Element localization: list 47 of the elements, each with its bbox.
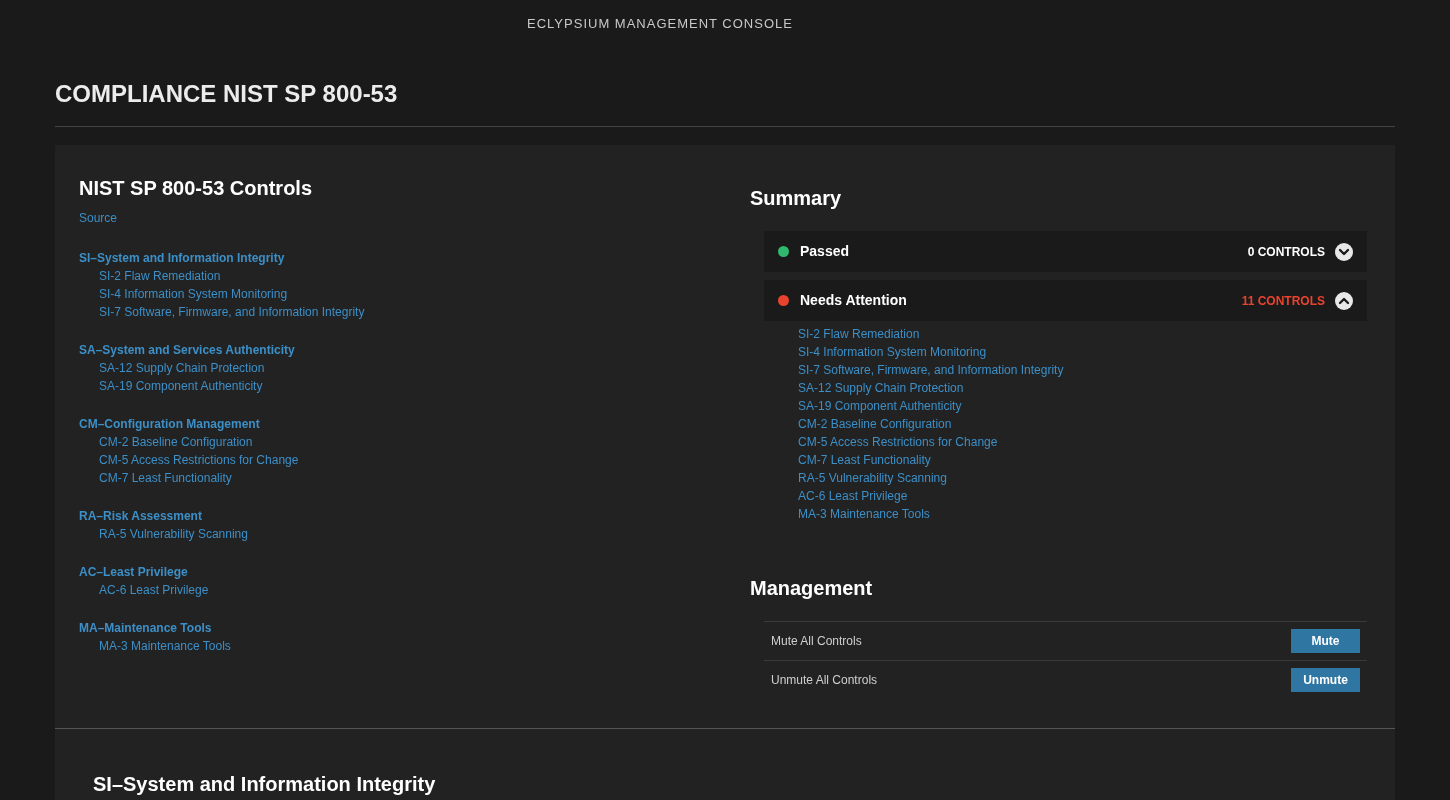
management-button[interactable]: Unmute [1291, 668, 1360, 692]
status-row[interactable]: Passed 0 CONTROLS [764, 231, 1367, 272]
control-link[interactable]: SA-19 Component Authenticity [99, 377, 263, 395]
control-link[interactable]: SI-7 Software, Firmware, and Information Integrity [99, 303, 365, 321]
status-row[interactable]: Needs Attention 11 CONTROLS [764, 280, 1367, 321]
control-link[interactable]: MA-3 Maintenance Tools [798, 505, 930, 523]
status-label: Needs Attention [800, 291, 907, 310]
control-link[interactable]: CM-2 Baseline Configuration [798, 415, 952, 433]
control-link[interactable]: AC-6 Least Privilege [798, 487, 908, 505]
control-link[interactable]: RA-5 Vulnerability Scanning [798, 469, 947, 487]
control-link[interactable]: CM-7 Least Functionality [798, 451, 931, 469]
status-count: 0 CONTROLS [1247, 243, 1325, 261]
control-group-link[interactable]: SA–System and Services Authenticity [79, 341, 295, 359]
management-button[interactable]: Mute [1291, 629, 1360, 653]
control-group-link[interactable]: CM–Configuration Management [79, 415, 260, 433]
control-group-link[interactable]: SI–System and Information Integrity [79, 249, 285, 267]
control-link[interactable]: AC-6 Least Privilege [99, 581, 209, 599]
app-title: ECLYPSIUM MANAGEMENT CONSOLE [527, 15, 793, 33]
control-link[interactable]: CM-2 Baseline Configuration [99, 433, 253, 451]
control-link[interactable]: SA-12 Supply Chain Protection [99, 359, 265, 377]
status-label: Passed [800, 242, 850, 261]
control-link[interactable]: CM-7 Least Functionality [99, 469, 232, 487]
control-link[interactable]: CM-5 Access Restrictions for Change [99, 451, 299, 469]
control-link[interactable]: RA-5 Vulnerability Scanning [99, 525, 248, 543]
chevron-up-icon[interactable] [1335, 291, 1353, 310]
control-link[interactable]: SI-2 Flaw Remediation [99, 267, 221, 285]
chevron-down-icon[interactable] [1335, 242, 1353, 261]
control-link[interactable]: SI-4 Information System Monitoring [99, 285, 288, 303]
management-title: Management [750, 576, 874, 601]
summary-title: Summary [750, 186, 843, 211]
control-link[interactable]: SI-2 Flaw Remediation [798, 325, 920, 343]
section-heading: SI–System and Information Integrity [93, 772, 437, 797]
control-link[interactable]: CM-5 Access Restrictions for Change [798, 433, 998, 451]
source-link[interactable]: Source [79, 209, 118, 227]
page-title: COMPLIANCE NIST SP 800-53 [55, 79, 398, 109]
control-group-link[interactable]: AC–Least Privilege [79, 563, 188, 581]
control-group-link[interactable]: MA–Maintenance Tools [79, 619, 212, 637]
control-link[interactable]: SA-12 Supply Chain Protection [798, 379, 964, 397]
control-group-link[interactable]: RA–Risk Assessment [79, 507, 202, 525]
status-count: 11 CONTROLS [1241, 292, 1325, 310]
control-link[interactable]: MA-3 Maintenance Tools [99, 637, 231, 655]
management-label: Unmute All Controls [771, 672, 878, 689]
control-link[interactable]: SI-4 Information System Monitoring [798, 343, 987, 361]
management-label: Mute All Controls [771, 633, 862, 650]
control-link[interactable]: SI-7 Software, Firmware, and Information Integrity [798, 361, 1064, 379]
controls-title: NIST SP 800-53 Controls [79, 176, 314, 201]
control-link[interactable]: SA-19 Component Authenticity [798, 397, 962, 415]
